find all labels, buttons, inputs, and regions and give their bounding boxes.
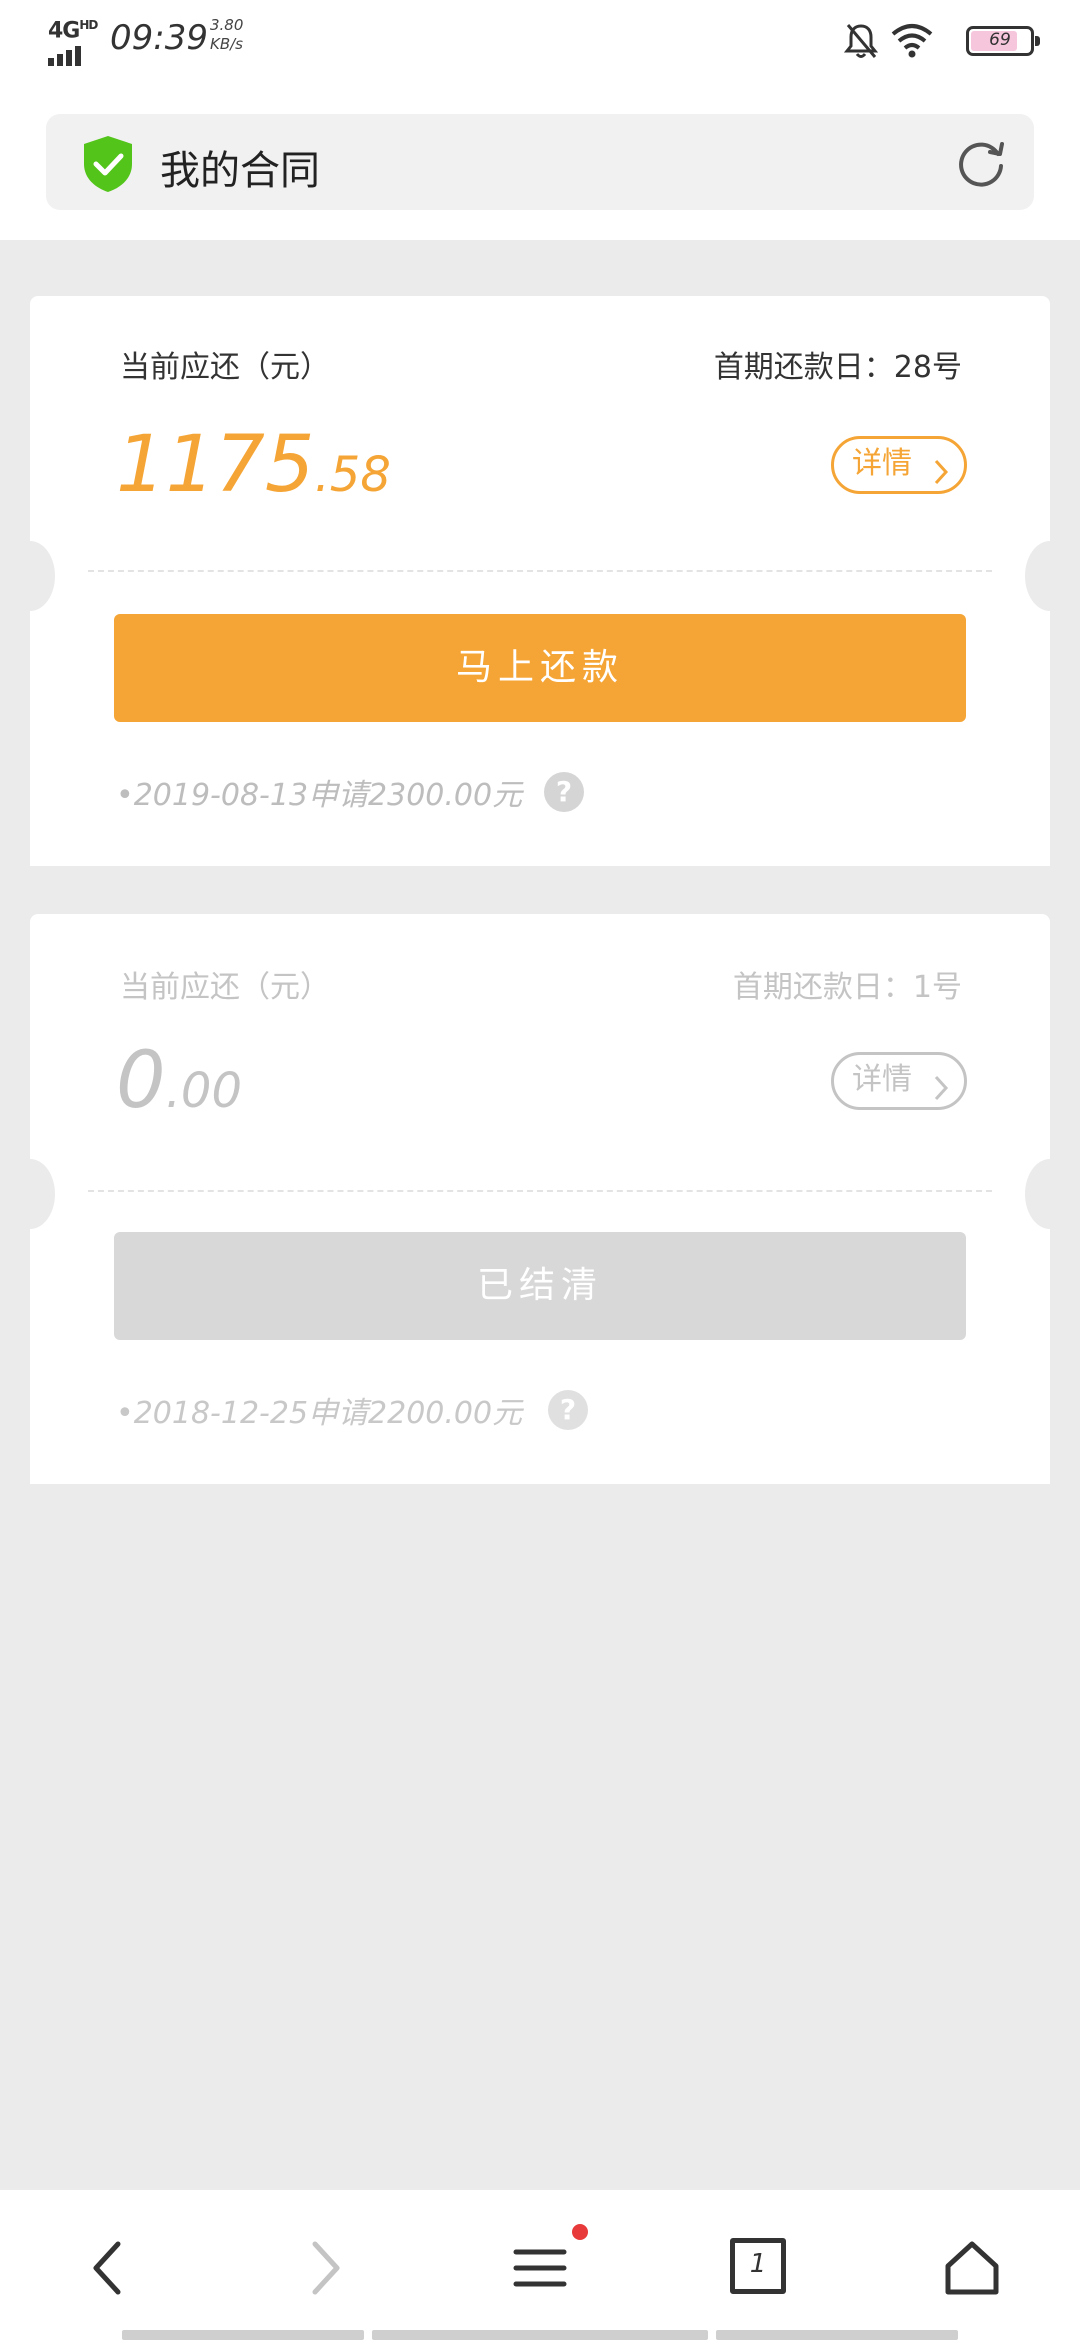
- wifi-icon: [890, 22, 934, 62]
- network-type: 4G: [48, 18, 80, 44]
- ticket-notch: [5, 1159, 55, 1229]
- back-icon: [68, 2238, 148, 2298]
- amount-due-label: 当前应还（元）: [120, 970, 330, 1005]
- home-icon: [932, 2238, 1012, 2298]
- application-note: •2018-12-25申请2200.00元: [116, 1396, 523, 1431]
- gesture-bar: [122, 2330, 364, 2340]
- amount-due-label: 当前应还（元）: [120, 350, 330, 385]
- network-speed-value: 3.80: [210, 16, 244, 34]
- ticket-notch: [1025, 541, 1075, 611]
- network-tag: HD: [79, 18, 98, 32]
- chevron-right-icon: [932, 1068, 950, 1118]
- back-button[interactable]: [68, 2238, 148, 2318]
- contract-card: 当前应还（元） 首期还款日：28号 1175.58 详情 马上还款 •2019-…: [5, 296, 1075, 872]
- battery-icon: 69: [966, 26, 1040, 56]
- repay-now-button[interactable]: 马上还款: [114, 614, 966, 722]
- divider: [88, 570, 992, 572]
- signal-bars-icon: [48, 46, 84, 66]
- amount-integer: 1175: [116, 420, 315, 510]
- secure-shield-icon: [80, 134, 136, 198]
- forward-icon: [285, 2238, 365, 2298]
- help-icon[interactable]: ?: [544, 772, 584, 812]
- battery-percent: 69: [989, 30, 1011, 50]
- divider: [88, 1190, 992, 1192]
- amount-due-value: 0.00: [116, 1036, 242, 1126]
- menu-icon: [500, 2238, 580, 2298]
- ticket-notch: [5, 541, 55, 611]
- gesture-bar: [372, 2330, 708, 2340]
- tabs-count: 1: [749, 2249, 767, 2279]
- refresh-icon[interactable]: [954, 136, 1008, 194]
- forward-button[interactable]: [285, 2238, 365, 2318]
- home-button[interactable]: [932, 2238, 1012, 2318]
- details-button[interactable]: 详情: [831, 1052, 967, 1110]
- notification-dot: [572, 2224, 588, 2240]
- signal-indicator: 4GHD: [48, 18, 100, 66]
- tabs-button[interactable]: 1: [718, 2238, 798, 2318]
- network-speed: 3.80 KB/s: [210, 16, 243, 54]
- menu-button[interactable]: [500, 2224, 588, 2318]
- details-label: 详情: [852, 1062, 912, 1097]
- details-label: 详情: [852, 446, 912, 481]
- application-note: •2019-08-13申请2300.00元: [116, 778, 523, 813]
- status-icons: 69: [843, 22, 1040, 64]
- amount-integer: 0: [116, 1036, 166, 1126]
- title-bar: 我的合同: [46, 114, 1034, 210]
- network-speed-unit: KB/s: [210, 35, 243, 53]
- amount-decimal: .00: [165, 1063, 242, 1119]
- tabs-icon: 1: [730, 2238, 786, 2294]
- first-due-date: 首期还款日：1号: [732, 970, 962, 1005]
- ticket-notch: [1025, 1159, 1075, 1229]
- mute-icon: [843, 22, 879, 64]
- first-due-date: 首期还款日：28号: [713, 350, 962, 385]
- ticket-edge: [30, 860, 1050, 872]
- settled-button[interactable]: 已结清: [114, 1232, 966, 1340]
- browser-toolbar: 1: [0, 2188, 1080, 2340]
- page-header: 我的合同: [0, 80, 1080, 240]
- amount-due-value: 1175.58: [116, 420, 391, 510]
- details-button[interactable]: 详情: [831, 436, 967, 494]
- help-icon[interactable]: ?: [548, 1390, 588, 1430]
- page-title: 我的合同: [160, 148, 320, 194]
- contract-card: 当前应还（元） 首期还款日：1号 0.00 详情 已结清 •2018-12-25…: [5, 914, 1075, 1490]
- ticket-edge: [30, 1478, 1050, 1490]
- gesture-bar: [716, 2330, 958, 2340]
- clock: 09:39: [110, 18, 208, 58]
- status-bar: 4GHD 09:39 3.80 KB/s 69: [0, 0, 1080, 80]
- chevron-right-icon: [932, 452, 950, 502]
- app-screen: 4GHD 09:39 3.80 KB/s 69 我的合同 当前应还（元） 首期还…: [0, 0, 1080, 2340]
- amount-decimal: .58: [314, 447, 391, 503]
